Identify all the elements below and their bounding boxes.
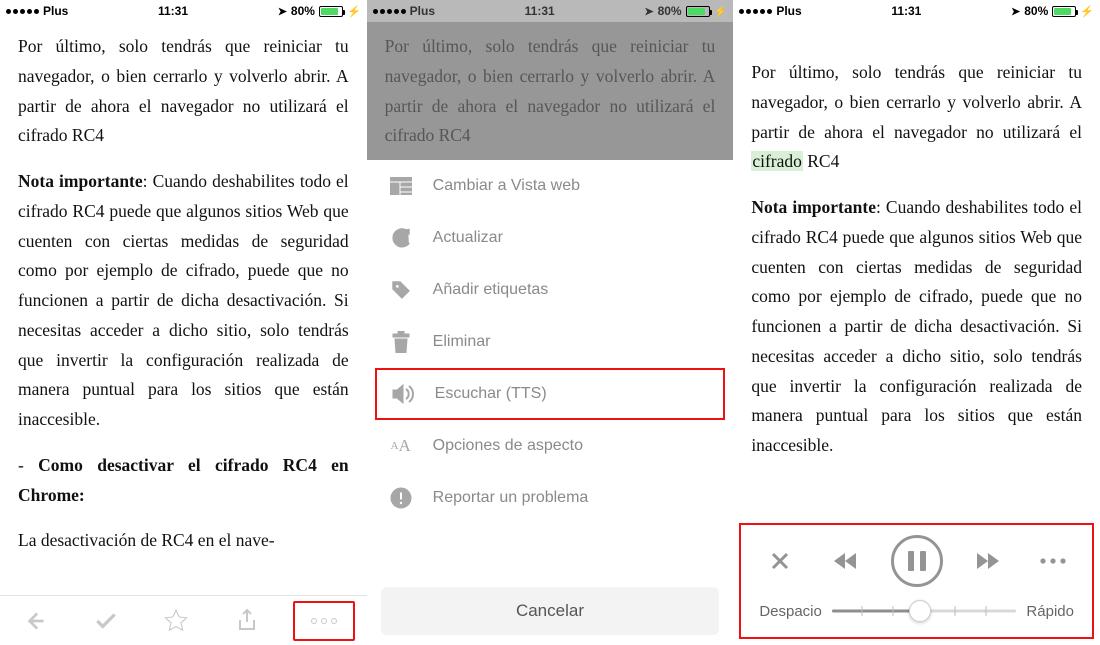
- webview-icon: [389, 177, 413, 195]
- speaker-icon: [391, 383, 415, 405]
- charging-icon: ⚡: [1080, 5, 1094, 18]
- signal-dots-icon: [6, 9, 39, 14]
- battery-percent: 80%: [658, 4, 682, 18]
- location-icon: ➤: [644, 5, 653, 18]
- menu-label: Opciones de aspecto: [433, 437, 583, 455]
- menu-item-appearance[interactable]: AA Opciones de aspecto: [367, 420, 734, 472]
- location-icon: ➤: [1011, 5, 1020, 18]
- menu-item-report[interactable]: Reportar un problema: [367, 472, 734, 524]
- close-button[interactable]: [759, 540, 801, 582]
- forward-button[interactable]: [966, 540, 1008, 582]
- bottom-toolbar: [0, 595, 367, 645]
- menu-label: Añadir etiquetas: [433, 281, 549, 299]
- speed-slow-label: Despacio: [759, 603, 822, 620]
- article-body[interactable]: Por último, solo tendrás que reini­ciar …: [0, 22, 367, 556]
- charging-icon: ⚡: [714, 5, 728, 18]
- article-paragraph: Por último, solo tendrás que reini­ciar …: [751, 58, 1082, 177]
- menu-item-tags[interactable]: Añadir etiquetas: [367, 264, 734, 316]
- cancel-button[interactable]: Cancelar: [381, 587, 720, 635]
- pause-icon: [908, 551, 926, 571]
- menu-label: Eliminar: [433, 333, 491, 351]
- battery-icon: [1052, 6, 1076, 17]
- article-body[interactable]: Por último, solo tendrás que reini­ciar …: [733, 22, 1100, 461]
- article-paragraph: La desactivación de RC4 en el nave-: [18, 526, 349, 556]
- carrier-label: Plus: [410, 4, 435, 18]
- rewind-button[interactable]: [825, 540, 867, 582]
- action-sheet: Cambiar a Vista web Actualizar Añadir et…: [367, 160, 734, 645]
- clock: 11:31: [891, 4, 921, 18]
- battery-icon: [686, 6, 710, 17]
- menu-item-refresh[interactable]: Actualizar: [367, 212, 734, 264]
- battery-icon: [319, 6, 343, 17]
- screen-article: Plus 11:31 ➤ 80% ⚡ Por último, solo tend…: [0, 0, 367, 645]
- tag-icon: [389, 279, 413, 301]
- clock: 11:31: [525, 4, 555, 18]
- status-bar: Plus 11:31 ➤ 80% ⚡: [367, 0, 734, 22]
- menu-label: Escuchar (TTS): [435, 385, 547, 403]
- battery-percent: 80%: [291, 4, 315, 18]
- favorite-button[interactable]: [152, 597, 200, 645]
- menu-label: Actualizar: [433, 229, 503, 247]
- archive-button[interactable]: [82, 597, 130, 645]
- more-button[interactable]: [293, 601, 355, 641]
- back-button[interactable]: [11, 597, 59, 645]
- article-heading: - Como desactivar el cifrado RC4 en Chro…: [18, 451, 349, 511]
- nota-body: : Cuando deshabili­tes todo el cifrado R…: [18, 171, 349, 429]
- pause-button[interactable]: [891, 535, 943, 587]
- speed-slider[interactable]: [832, 599, 1017, 623]
- article-paragraph: Nota importante: Cuando deshabili­tes to…: [751, 193, 1082, 461]
- menu-label: Reportar un problema: [433, 489, 589, 507]
- battery-percent: 80%: [1024, 4, 1048, 18]
- nota-label: Nota importante: [18, 171, 143, 191]
- location-icon: ➤: [278, 5, 287, 18]
- speed-fast-label: Rápido: [1026, 603, 1074, 620]
- clock: 11:31: [158, 4, 188, 18]
- signal-dots-icon: [373, 9, 406, 14]
- status-bar: Plus 11:31 ➤ 80% ⚡: [733, 0, 1100, 22]
- text-size-icon: AA: [389, 436, 413, 456]
- slider-thumb[interactable]: [909, 600, 931, 622]
- article-paragraph: Nota importante: Cuando deshabili­tes to…: [18, 167, 349, 435]
- screen-menu: Plus 11:31 ➤ 80% ⚡ Por último, solo tend…: [367, 0, 734, 645]
- tts-current-word: cifrado: [751, 151, 803, 171]
- carrier-label: Plus: [43, 4, 68, 18]
- cancel-label: Cancelar: [516, 601, 584, 621]
- nota-body: : Cuando deshabili­tes todo el cifrado R…: [751, 197, 1082, 455]
- menu-label: Cambiar a Vista web: [433, 177, 580, 195]
- article-paragraph: Por último, solo tendrás que reini­ciar …: [18, 32, 349, 151]
- menu-item-webview[interactable]: Cambiar a Vista web: [367, 160, 734, 212]
- share-button[interactable]: [223, 597, 271, 645]
- refresh-icon: [389, 227, 413, 249]
- alert-icon: [389, 487, 413, 509]
- menu-item-delete[interactable]: Eliminar: [367, 316, 734, 368]
- screen-player: Plus 11:31 ➤ 80% ⚡ Por último, solo tend…: [733, 0, 1100, 645]
- status-bar: Plus 11:31 ➤ 80% ⚡: [0, 0, 367, 22]
- trash-icon: [389, 331, 413, 353]
- signal-dots-icon: [739, 9, 772, 14]
- tts-player: Despacio Rápido: [739, 523, 1094, 639]
- carrier-label: Plus: [776, 4, 801, 18]
- nota-label: Nota importante: [751, 197, 876, 217]
- menu-item-tts[interactable]: Escuchar (TTS): [375, 368, 726, 420]
- charging-icon: ⚡: [347, 5, 361, 18]
- player-more-button[interactable]: [1032, 540, 1074, 582]
- article-body-dimmed: Por último, solo tendrás que reini­ciar …: [367, 22, 734, 162]
